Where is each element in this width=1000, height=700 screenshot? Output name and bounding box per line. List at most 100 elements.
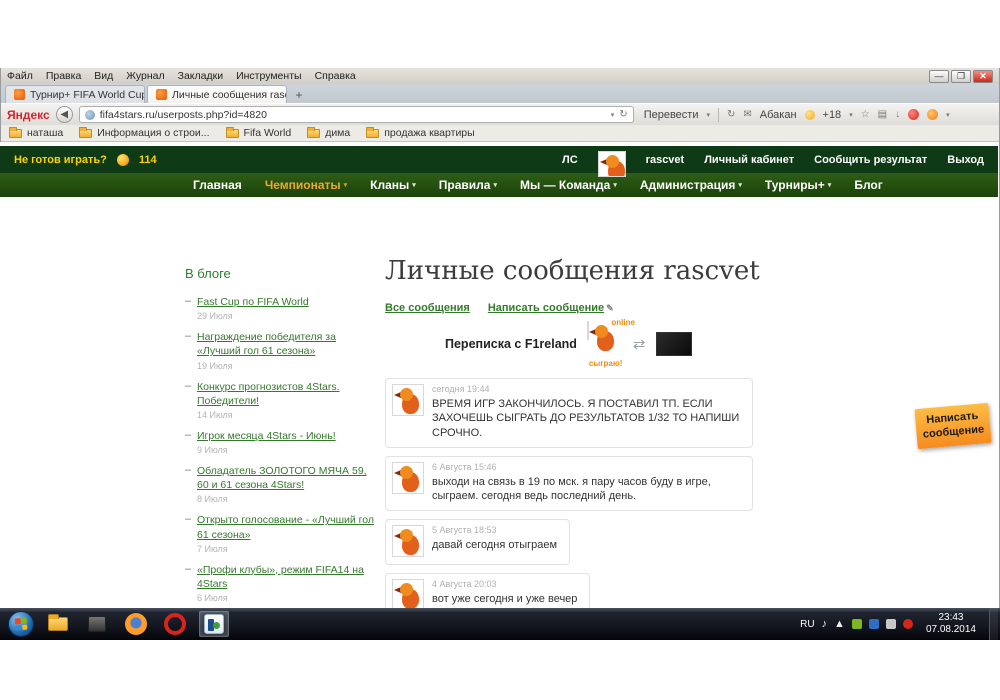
- site-header: Не готов играть? 114 ЛС rascvet Личный к…: [0, 146, 998, 173]
- message-item[interactable]: 4 Августа 20:03 вот уже сегодня и уже ве…: [385, 573, 590, 608]
- nav-clans[interactable]: Кланы: [370, 178, 416, 192]
- minimize-button[interactable]: —: [929, 70, 949, 83]
- blog-post-link[interactable]: Fast Cup по FIFA World: [197, 295, 375, 309]
- weather-temp[interactable]: +18: [823, 109, 842, 121]
- bookmark-item[interactable]: Информация о строи...: [79, 127, 209, 139]
- message-item[interactable]: 6 Августа 15:46 выходи на связь в 19 по …: [385, 456, 753, 512]
- blog-post-link[interactable]: Обладатель ЗОЛОТОГО МЯЧА 59, 60 и 61 сез…: [197, 464, 375, 492]
- bookmark-item[interactable]: дима: [307, 127, 350, 139]
- menu-edit[interactable]: Правка: [46, 70, 81, 82]
- conversation-header: Переписка с F1reland online сыграю! ⇄: [445, 322, 915, 366]
- message-list: сегодня 19:44 ВРЕМЯ ИГР ЗАКОНЧИЛОСЬ. Я П…: [385, 378, 915, 608]
- language-indicator[interactable]: RU: [800, 619, 814, 630]
- chevron-down-icon[interactable]: ▾: [946, 111, 950, 119]
- blog-sidebar: В блоге Fast Cup по FIFA World 29 Июля Н…: [185, 266, 375, 608]
- adblock-icon[interactable]: [908, 109, 919, 120]
- nav-rules[interactable]: Правила: [439, 178, 497, 192]
- sync-icon[interactable]: ↻: [727, 109, 735, 120]
- all-messages-link[interactable]: Все сообщения: [385, 302, 470, 314]
- taskbar-clock[interactable]: 23:43 07.08.2014: [920, 612, 982, 637]
- firefox-taskbar-icon[interactable]: [121, 611, 151, 637]
- username-link[interactable]: rascvet: [646, 154, 685, 166]
- message-item[interactable]: 5 Августа 18:53 давай сегодня отыграем: [385, 519, 570, 565]
- write-message-button[interactable]: Написать сообщение: [914, 403, 991, 449]
- blog-post-link[interactable]: Награждение победителя за «Лучший гол 61…: [197, 330, 375, 358]
- explorer-taskbar-icon[interactable]: [43, 611, 73, 637]
- avatar-caption: сыграю!: [589, 359, 622, 368]
- nav-tournaments[interactable]: Турниры+: [765, 178, 831, 192]
- blog-post-link[interactable]: Открыто голосование - «Лучший гол 61 сез…: [197, 513, 375, 541]
- parrot-avatar[interactable]: [587, 321, 589, 340]
- star-icon[interactable]: ☆: [861, 109, 870, 120]
- opera-taskbar-icon[interactable]: [160, 611, 190, 637]
- tab-messages[interactable]: Личные сообщения rascv... ✕: [147, 85, 287, 103]
- tab-bar: Турнир+ FIFA World Cup-... Личные сообще…: [1, 84, 999, 103]
- tab-tournament[interactable]: Турнир+ FIFA World Cup-...: [5, 85, 145, 103]
- downloads-icon[interactable]: ↓: [895, 109, 900, 120]
- report-result-link[interactable]: Сообщить результат: [814, 154, 927, 166]
- nav-administration[interactable]: Администрация: [640, 178, 742, 192]
- show-desktop-button[interactable]: [989, 608, 998, 640]
- city-label[interactable]: Абакан: [760, 109, 797, 121]
- site-nav: Главная Чемпионаты Кланы Правила Мы — Ко…: [0, 173, 998, 197]
- own-avatar[interactable]: [656, 332, 692, 356]
- menu-file[interactable]: Файл: [7, 70, 33, 82]
- chevron-down-icon[interactable]: ▾: [706, 111, 710, 119]
- back-button[interactable]: ◀: [56, 106, 73, 123]
- chevron-down-icon[interactable]: ▾: [849, 111, 853, 119]
- private-messages-link[interactable]: ЛС: [562, 154, 578, 166]
- utility-taskbar-icon[interactable]: [82, 611, 112, 637]
- message-item[interactable]: сегодня 19:44 ВРЕМЯ ИГР ЗАКОНЧИЛОСЬ. Я П…: [385, 378, 753, 448]
- logout-link[interactable]: Выход: [947, 154, 984, 166]
- network-tray-icon[interactable]: [869, 619, 879, 629]
- menu-bookmarks[interactable]: Закладки: [178, 70, 223, 82]
- close-button[interactable]: ✕: [973, 70, 993, 83]
- volume-icon[interactable]: ♪: [822, 618, 828, 630]
- write-message-link[interactable]: Написать сообщение: [488, 302, 604, 314]
- nav-blog[interactable]: Блог: [854, 178, 882, 192]
- blog-post-link[interactable]: Игрок месяца 4Stars - Июнь!: [197, 429, 375, 443]
- opponent-avatar-block[interactable]: online сыграю!: [587, 322, 623, 366]
- nav-championships[interactable]: Чемпионаты: [265, 178, 347, 192]
- bookmark-item[interactable]: продажа квартиры: [366, 127, 474, 139]
- nav-team[interactable]: Мы — Команда: [520, 178, 617, 192]
- bookmark-item[interactable]: наташа: [9, 127, 63, 139]
- site-logo[interactable]: [598, 151, 626, 177]
- menu-help[interactable]: Справка: [315, 70, 356, 82]
- app-tray-icon[interactable]: [886, 619, 896, 629]
- site-favicon: [156, 89, 167, 100]
- folder-icon: [79, 129, 92, 138]
- conversation-title: Переписка с F1reland: [445, 337, 577, 351]
- menu-tools[interactable]: Инструменты: [236, 70, 301, 82]
- mail-icon[interactable]: ✉: [743, 109, 751, 120]
- reload-icon[interactable]: ↻: [619, 109, 627, 120]
- menu-history[interactable]: Журнал: [126, 70, 164, 82]
- bookmarks-panel-icon[interactable]: ▤: [878, 109, 887, 120]
- antivirus-tray-icon[interactable]: [852, 619, 862, 629]
- bookmark-item[interactable]: Fifa World: [226, 127, 292, 139]
- system-tray: RU ♪ ▲ 23:43 07.08.2014: [800, 608, 1000, 640]
- not-ready-link[interactable]: Не готов играть?: [14, 154, 107, 166]
- yandex-logo[interactable]: Яндекс: [7, 108, 50, 122]
- new-tab-button[interactable]: +: [289, 87, 309, 103]
- cabinet-link[interactable]: Личный кабинет: [704, 154, 794, 166]
- blog-post-date: 7 Июля: [197, 544, 375, 554]
- extension-icon[interactable]: [927, 109, 938, 120]
- start-button[interactable]: [8, 611, 34, 637]
- nav-home[interactable]: Главная: [193, 178, 242, 192]
- maximize-button[interactable]: ❐: [951, 70, 971, 83]
- blog-title: В блоге: [185, 266, 375, 281]
- blog-post-link[interactable]: «Профи клубы», режим FIFA14 на 4Stars: [197, 563, 375, 591]
- translate-button[interactable]: Перевести: [644, 109, 699, 121]
- hidden-icons-arrow[interactable]: ▲: [834, 618, 845, 630]
- blog-post-link[interactable]: Конкурс прогнозистов 4Stars. Победители!: [197, 380, 375, 408]
- online-status: online: [611, 318, 635, 327]
- notification-tray-icon[interactable]: [903, 619, 913, 629]
- tab-title: Турнир+ FIFA World Cup-...: [30, 89, 145, 101]
- chevron-down-icon[interactable]: ▾: [611, 111, 615, 119]
- page-viewport: Не готов играть? 114 ЛС rascvet Личный к…: [0, 142, 998, 608]
- url-bar[interactable]: fifa4stars.ru/userposts.php?id=4820 ▾ ↻: [79, 106, 634, 123]
- menu-view[interactable]: Вид: [94, 70, 113, 82]
- fifa-taskbar-icon[interactable]: [199, 611, 229, 637]
- blog-post-date: 14 Июля: [197, 410, 375, 420]
